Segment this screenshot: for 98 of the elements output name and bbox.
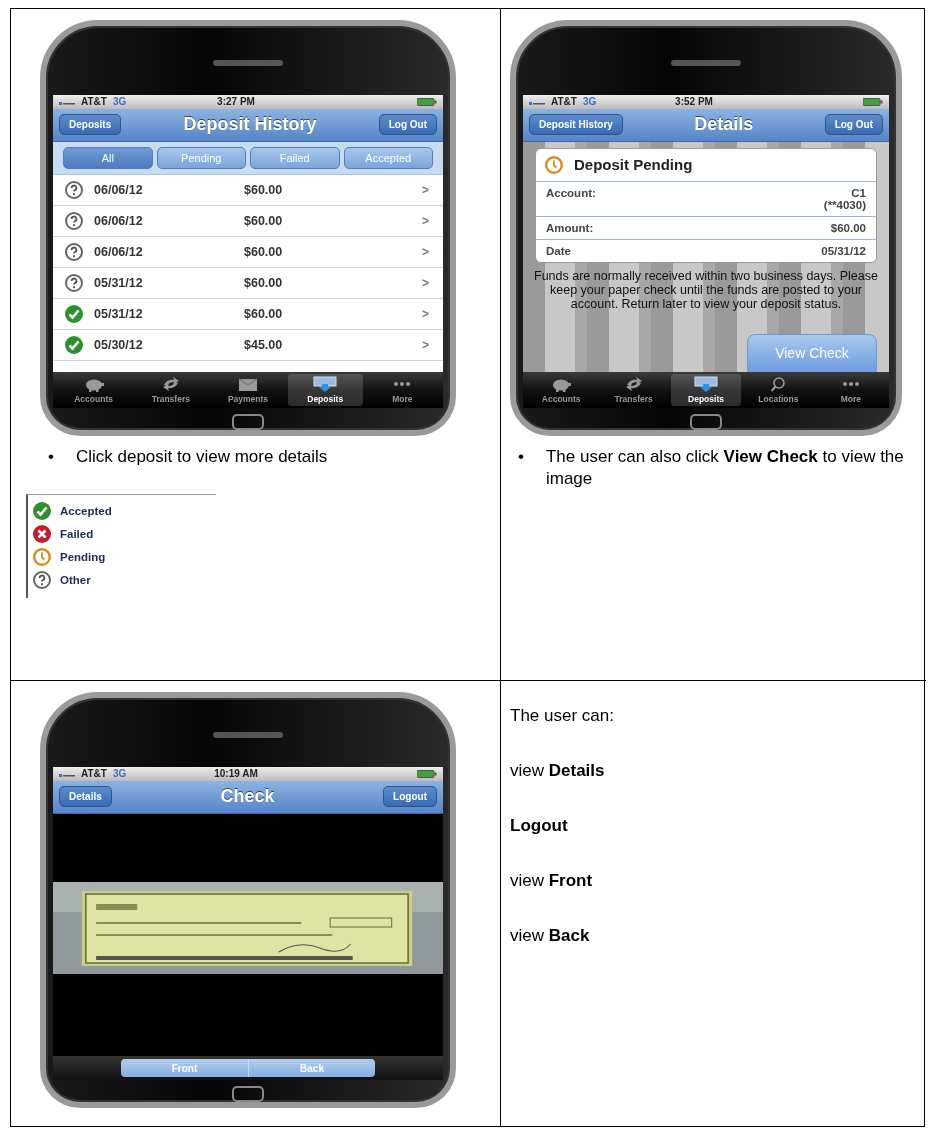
deposit-row[interactable]: 06/06/12 $60.00 > xyxy=(53,236,443,268)
deposit-row[interactable]: 06/06/12 $60.00 > xyxy=(53,174,443,206)
status-time: 3:27 PM xyxy=(217,96,255,108)
deposit-row[interactable]: 05/31/12 $60.00 > xyxy=(53,298,443,330)
info-text: Funds are normally received within two business days. Please keep your paper check until the funds are posted to your account. Return later to view your deposit status. xyxy=(533,268,879,311)
deposit-amount: $60.00 xyxy=(244,213,284,228)
deposit-date: 05/30/12 xyxy=(94,337,144,352)
previous-screen-button[interactable]: Deposits xyxy=(59,114,122,136)
network-type: 3G xyxy=(582,96,597,108)
field-label: Amount: xyxy=(546,221,594,234)
previous-screen-button[interactable]: Deposit History xyxy=(529,114,623,136)
caption-text: The user can: xyxy=(510,705,614,727)
legend-label: Accepted xyxy=(60,505,112,517)
home-button[interactable] xyxy=(232,1086,264,1102)
tab[interactable]: More xyxy=(815,374,887,407)
screen-title: Check xyxy=(220,786,275,808)
chevron-icon: > xyxy=(422,213,429,228)
check-circle-icon xyxy=(64,334,84,355)
screen-title: Deposit History xyxy=(183,114,317,136)
tab[interactable]: Transfers xyxy=(598,374,669,407)
deposit-row[interactable]: 06/06/12 $60.00 > xyxy=(53,205,443,237)
deposit-row[interactable]: 05/31/12 $60.00 > xyxy=(53,267,443,299)
field-label: Account: xyxy=(546,186,596,201)
battery-icon xyxy=(417,97,437,106)
deposit-date: 06/06/12 xyxy=(94,244,144,259)
clock-icon xyxy=(32,547,52,567)
carrier-name: AT&T xyxy=(81,96,107,108)
home-button[interactable] xyxy=(690,414,722,430)
caption-text: Click deposit to view more details xyxy=(75,446,328,468)
carrier-name: AT&T xyxy=(551,96,577,108)
legend-label: Failed xyxy=(60,528,94,540)
check-deposit-icon xyxy=(693,376,719,393)
logout-button[interactable]: Log Out xyxy=(824,114,883,136)
carrier-name: AT&T xyxy=(81,768,107,780)
chevron-icon: > xyxy=(422,244,429,259)
filter-tab[interactable]: All xyxy=(63,146,153,169)
home-button[interactable] xyxy=(232,414,264,430)
deposit-amount: $60.00 xyxy=(244,275,284,290)
check-deposit-icon xyxy=(312,376,339,393)
chevron-icon: > xyxy=(422,275,429,290)
previous-screen-button[interactable]: Details xyxy=(59,786,112,808)
status-time: 3:52 PM xyxy=(675,96,713,108)
tab[interactable]: Payments xyxy=(210,374,286,407)
clock-icon xyxy=(544,154,564,175)
network-type: 3G xyxy=(112,96,127,108)
card-title: Deposit Pending xyxy=(574,156,693,174)
question-circle-icon xyxy=(64,210,84,231)
question-circle-icon xyxy=(64,241,84,262)
caption-text: The user can also click View Check to view the image xyxy=(545,446,905,490)
bullet: • xyxy=(517,446,524,468)
tab[interactable]: Transfers xyxy=(133,374,209,407)
tab[interactable]: Accounts xyxy=(56,374,132,407)
tab[interactable]: Locations xyxy=(743,374,814,407)
legend-label: Pending xyxy=(60,551,106,563)
x-circle-icon xyxy=(32,524,52,544)
bullet: • xyxy=(47,446,54,468)
deposit-amount: $60.00 xyxy=(244,182,284,197)
speaker-slot xyxy=(213,60,283,66)
more-dots-icon xyxy=(394,382,411,387)
field-value: C1 (**4030) xyxy=(823,186,866,211)
logout-button[interactable]: Logout xyxy=(383,786,437,808)
deposit-date: 05/31/12 xyxy=(94,275,144,290)
deposit-date: 05/31/12 xyxy=(94,306,144,321)
field-value: 05/31/12 xyxy=(821,244,866,257)
more-dots-icon xyxy=(842,382,859,387)
logout-button[interactable]: Log Out xyxy=(378,114,437,136)
caption-text: view Front xyxy=(510,870,593,892)
battery-icon xyxy=(863,97,883,106)
speaker-slot xyxy=(213,732,283,738)
chevron-icon: > xyxy=(422,182,429,197)
screen-title: Details xyxy=(694,114,754,136)
deposit-amount: $60.00 xyxy=(244,306,284,321)
deposit-row[interactable]: 05/30/12 $45.00 > xyxy=(53,329,443,361)
question-circle-icon xyxy=(32,570,52,590)
deposit-amount: $45.00 xyxy=(244,337,284,352)
battery-icon xyxy=(417,769,437,778)
network-type: 3G xyxy=(112,768,127,780)
speaker-slot xyxy=(671,60,741,66)
question-circle-icon xyxy=(64,179,84,200)
check-circle-icon xyxy=(64,303,84,324)
field-value: $60.00 xyxy=(830,221,866,234)
legend-label: Other xyxy=(60,574,91,586)
check-circle-icon xyxy=(32,501,52,521)
tab[interactable]: Accounts xyxy=(526,374,597,407)
caption-text: Logout xyxy=(510,815,568,837)
caption-text: view Back xyxy=(510,925,590,947)
tab[interactable]: More xyxy=(364,374,440,407)
caption-text: view Details xyxy=(510,760,605,782)
status-time: 10:19 AM xyxy=(214,768,258,780)
tab[interactable]: Deposits xyxy=(670,374,742,407)
deposit-amount: $60.00 xyxy=(244,244,284,259)
chevron-icon: > xyxy=(422,306,429,321)
deposit-date: 06/06/12 xyxy=(94,182,144,197)
question-circle-icon xyxy=(64,272,84,293)
chevron-icon: > xyxy=(422,337,429,352)
tab[interactable]: Deposits xyxy=(287,374,363,407)
deposit-date: 06/06/12 xyxy=(94,213,144,228)
field-label: Date xyxy=(546,244,571,257)
